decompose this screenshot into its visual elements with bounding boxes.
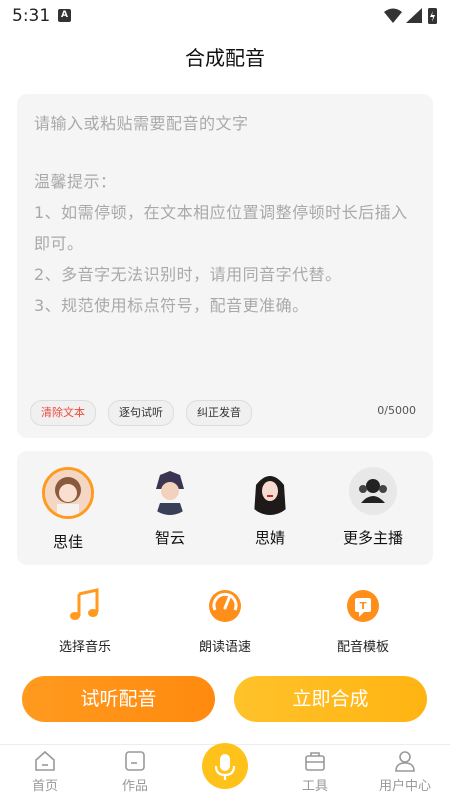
status-time: 5:31 xyxy=(12,6,51,26)
boy-avatar-icon xyxy=(146,467,194,515)
preview-dubbing-button[interactable]: 试听配音 xyxy=(22,676,215,722)
avatar xyxy=(246,467,294,515)
tip-item: 2、多音字无法识别时，请用同音字代替。 xyxy=(34,265,342,284)
people-icon xyxy=(359,479,387,503)
tab-tools[interactable]: 工具 xyxy=(275,749,355,794)
music-note-icon xyxy=(67,588,103,624)
anchor-item-more[interactable]: 更多主播 xyxy=(328,467,418,548)
anchor-name: 更多主播 xyxy=(342,529,403,547)
synthesize-now-button[interactable]: 立即合成 xyxy=(234,676,427,722)
select-music-button[interactable]: 选择音乐 xyxy=(30,588,140,655)
tab-home[interactable]: 首页 xyxy=(5,749,85,794)
tab-user-center[interactable]: 用户中心 xyxy=(365,749,445,794)
anchor-name: 思婧 xyxy=(254,529,285,547)
editor-placeholder[interactable]: 请输入或粘贴需要配音的文字 xyxy=(34,110,249,134)
page-title: 合成配音 xyxy=(185,46,265,70)
avatar xyxy=(349,467,397,515)
toolbox-icon xyxy=(303,749,327,773)
user-icon xyxy=(393,749,417,773)
tab-works[interactable]: 作品 xyxy=(95,749,175,794)
anchor-item-sijing[interactable]: 思婧 xyxy=(225,467,315,548)
status-bar: 5:31 A xyxy=(0,0,450,32)
home-icon xyxy=(33,749,57,773)
svg-text:T: T xyxy=(360,601,367,612)
text-editor[interactable]: 请输入或粘贴需要配音的文字 温馨提示： 1、如需停顿，在文本相应位置调整停顿时长… xyxy=(17,94,433,438)
anchor-list: 思佳 智云 思婧 更多主播 xyxy=(17,451,433,565)
anchor-item-zhiyun[interactable]: 智云 xyxy=(125,467,215,548)
tips-title: 温馨提示： xyxy=(34,172,117,191)
tip-item: 1、如需停顿，在文本相应位置调整停顿时长后插入即可。 xyxy=(34,203,408,253)
status-icons xyxy=(382,6,442,30)
folder-icon xyxy=(123,749,147,773)
avatar xyxy=(42,467,94,519)
tool-label: 选择音乐 xyxy=(58,640,111,655)
clear-text-button[interactable]: 清除文本 xyxy=(30,400,96,426)
speed-gauge-icon xyxy=(207,588,243,624)
tab-label: 首页 xyxy=(31,779,58,794)
tab-label: 工具 xyxy=(301,779,328,794)
notification-a-icon: A xyxy=(58,9,71,22)
tab-record[interactable] xyxy=(202,743,248,789)
anchor-name: 智云 xyxy=(154,529,185,547)
sentence-preview-button[interactable]: 逐句试听 xyxy=(108,400,174,426)
woman-avatar-icon xyxy=(246,467,294,515)
wifi-signal-battery-icon xyxy=(384,8,437,24)
girl-avatar-icon xyxy=(45,470,91,516)
tool-label: 配音模板 xyxy=(336,640,389,655)
reading-speed-button[interactable]: 朗读语速 xyxy=(170,588,280,655)
dubbing-template-button[interactable]: T 配音模板 xyxy=(308,588,418,655)
mic-icon xyxy=(214,754,236,780)
anchor-item-sijia[interactable]: 思佳 xyxy=(23,467,113,552)
bottom-tab-bar: 首页 作品 工具 用户中心 xyxy=(0,743,450,801)
anchor-name: 思佳 xyxy=(52,533,83,551)
char-counter: 0/5000 xyxy=(377,404,416,417)
tools-row: 选择音乐 朗读语速 T 配音模板 xyxy=(0,588,450,658)
tips-block: 温馨提示： 1、如需停顿，在文本相应位置调整停顿时长后插入即可。 2、多音字无法… xyxy=(34,166,419,321)
tool-label: 朗读语速 xyxy=(198,640,251,655)
correct-pronunciation-button[interactable]: 纠正发音 xyxy=(186,400,252,426)
tab-label: 作品 xyxy=(121,779,148,794)
tab-label: 用户中心 xyxy=(378,779,431,794)
avatar xyxy=(146,467,194,515)
template-icon: T xyxy=(345,588,381,624)
tip-item: 3、规范使用标点符号，配音更准确。 xyxy=(34,296,309,315)
